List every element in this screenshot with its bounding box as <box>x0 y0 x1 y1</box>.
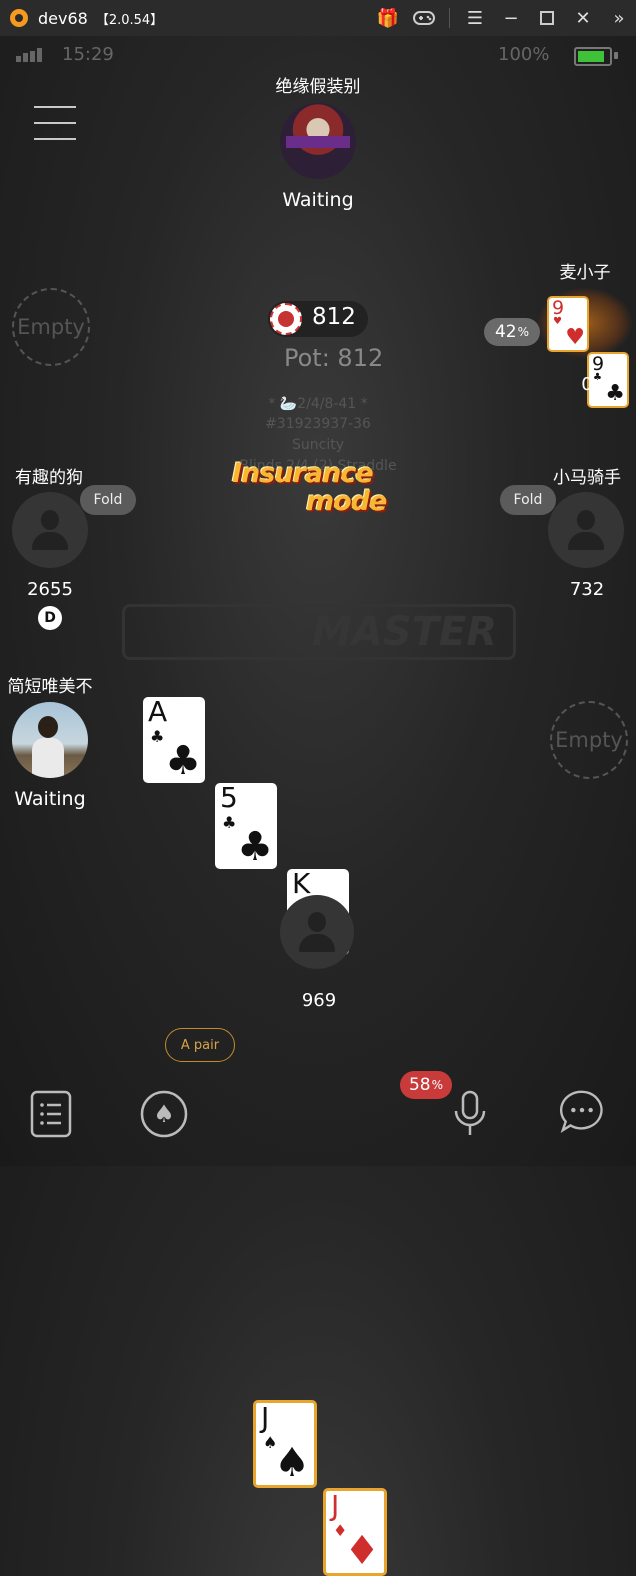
pot-amount: 812 <box>312 304 356 330</box>
hero-card-1[interactable]: J ♠ ♠ <box>253 1400 317 1488</box>
maximize-icon[interactable] <box>536 7 558 29</box>
hero-avatar[interactable] <box>280 895 354 969</box>
gamepad-icon[interactable] <box>413 7 435 29</box>
pot-total: Pot: 812 <box>284 344 384 372</box>
close-icon[interactable]: ✕ <box>572 7 594 29</box>
seat-top-avatar[interactable] <box>280 103 356 179</box>
minimize-icon[interactable]: − <box>500 7 522 29</box>
person-icon <box>566 508 606 552</box>
banner-line2: mode <box>306 486 387 517</box>
chat-icon[interactable] <box>558 1088 606 1136</box>
seat-left-mid-avatar[interactable] <box>12 492 88 568</box>
hero-card-2[interactable]: J ♦ ♦ <box>323 1488 387 1576</box>
spade-icon[interactable]: ♠ <box>140 1090 188 1138</box>
person-icon <box>30 508 70 552</box>
signal-icon <box>16 48 42 62</box>
seat-top-status: Waiting <box>282 189 354 211</box>
empty-label: Empty <box>17 315 85 339</box>
battery-icon <box>574 47 612 66</box>
hand-strength-label: A pair <box>165 1028 235 1062</box>
app-logo-icon <box>10 9 28 27</box>
gift-icon[interactable]: 🎁 <box>377 7 399 29</box>
app-version: 【2.0.54】 <box>95 12 164 28</box>
seat-left-bottom-name: 简短唯美不 <box>7 677 93 697</box>
banner-line1: Insurance <box>232 458 374 489</box>
seat-left-mid-stack: 2655 <box>27 579 73 600</box>
battery-percent: 100% <box>498 44 550 65</box>
status-time: 15:29 <box>62 44 114 65</box>
window-titlebar: dev68 【2.0.54】 🎁 ☰ − ✕ » <box>0 0 636 36</box>
board-card-2: 5 ♣ ♣ <box>215 781 277 869</box>
seat-top-name: 绝缘假装别 <box>275 77 361 97</box>
table-info-line1: * 🦢2/4/8-41 * <box>268 396 368 412</box>
chip-center <box>278 311 294 327</box>
hero-stack: 969 <box>301 990 337 1011</box>
seat-right-mid-stack: 732 <box>569 579 605 600</box>
hamburger-menu-button[interactable] <box>34 106 76 140</box>
seat-right-top-stack: 0 <box>581 374 593 395</box>
table-info-line3: Suncity <box>292 437 344 453</box>
app-name: dev68 <box>38 8 88 28</box>
person-icon <box>297 910 337 954</box>
dealer-button: D <box>38 606 62 630</box>
history-icon[interactable] <box>27 1090 75 1138</box>
hero-equity: 58% <box>400 1071 452 1099</box>
avatar-banner <box>286 136 350 148</box>
table-info-line2: #31923937-36 <box>265 416 371 432</box>
seat-right-mid-name: 小马骑手 <box>553 468 621 488</box>
mic-icon[interactable] <box>446 1090 494 1138</box>
seat-right-top-name: 麦小子 <box>559 263 611 283</box>
expand-icon[interactable]: » <box>608 7 630 29</box>
svg-text:♠: ♠ <box>153 1100 175 1128</box>
seat-left-mid-name: 有趣的狗 <box>15 468 83 488</box>
titlebar-separator <box>449 8 450 28</box>
insurance-mode-banner: Insurance mode <box>232 458 387 517</box>
seat-right-mid-fold-badge: Fold <box>500 485 556 515</box>
board-card-1: A ♣ ♣ <box>143 695 205 783</box>
empty-label: Empty <box>555 728 623 752</box>
seat-left-bottom-status: Waiting <box>14 788 86 810</box>
table-watermark-logo: MASTER <box>122 604 516 660</box>
seat-right-mid-avatar[interactable] <box>548 492 624 568</box>
seat-right-top-equity: 42% <box>484 318 540 346</box>
battery-tip <box>614 52 618 59</box>
seat-left-top-empty[interactable]: Empty <box>12 288 90 366</box>
seat-right-bottom-empty[interactable]: Empty <box>550 701 628 779</box>
menu-icon[interactable]: ☰ <box>464 7 486 29</box>
seat-right-top-card-1: 9 ♥ ♥ <box>547 296 589 352</box>
seat-left-mid-fold-badge: Fold <box>80 485 136 515</box>
seat-left-bottom-avatar[interactable] <box>12 702 88 778</box>
